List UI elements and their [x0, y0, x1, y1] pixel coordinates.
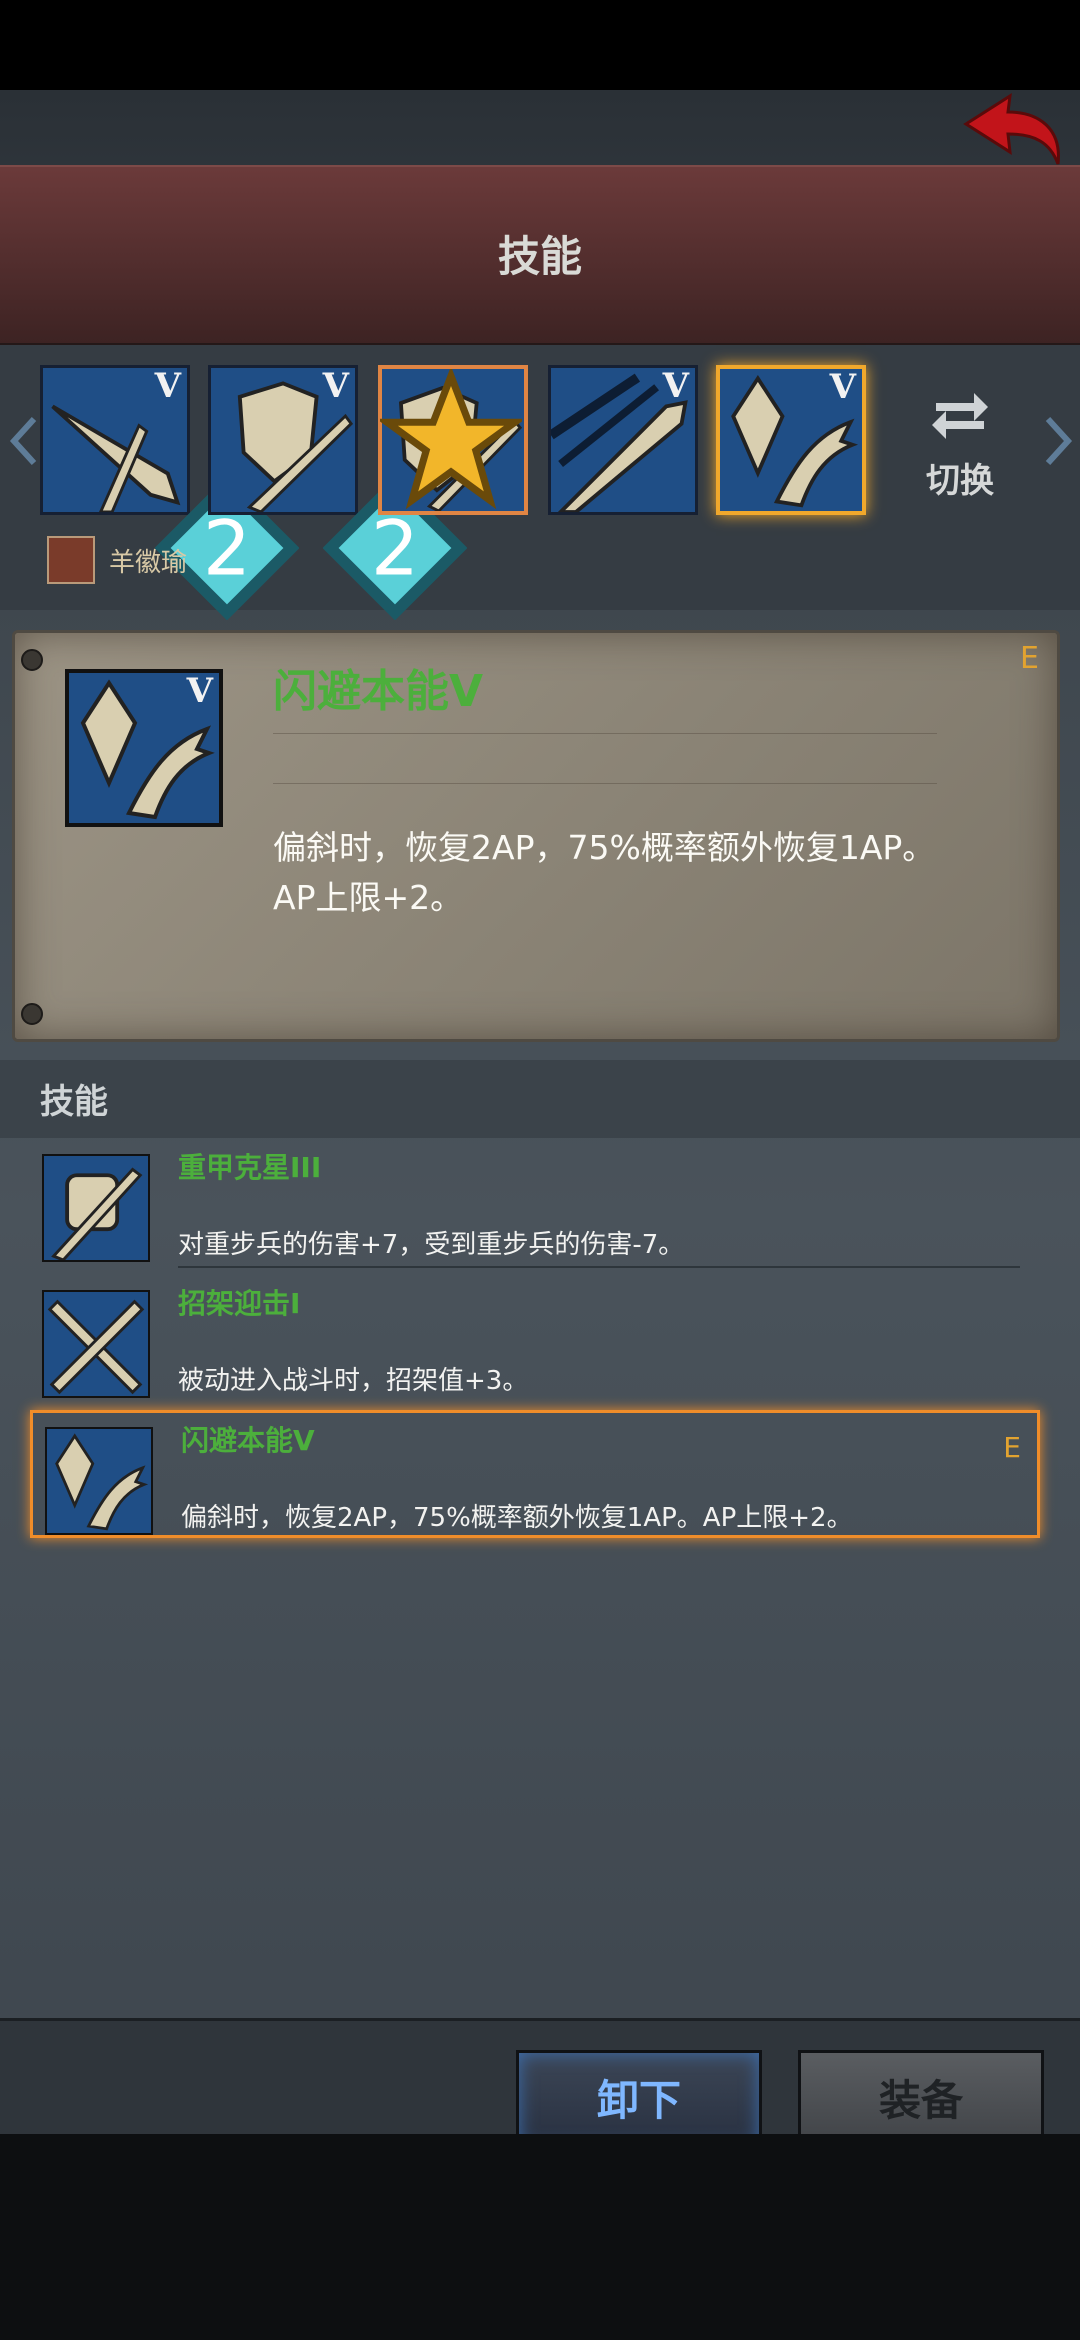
navigation-bar-area	[0, 2134, 1080, 2340]
evade-instinct-icon	[45, 1427, 153, 1535]
header-bar: 技能	[0, 165, 1080, 345]
detail-description-line2: AP上限+2。	[273, 878, 464, 917]
parry-counter-icon	[42, 1290, 150, 1398]
detail-description: 偏斜时，恢复2AP，75%概率额外恢复1AP。 AP上限+2。	[273, 823, 993, 923]
detail-skill-title: 闪避本能V	[273, 666, 484, 717]
skill-description: 被动进入战斗时，招架值+3。	[178, 1366, 529, 1396]
swap-arrows-icon	[932, 393, 988, 439]
gem-count: 2	[371, 505, 419, 593]
status-bar-area	[0, 0, 1080, 90]
detail-description-line1: 偏斜时，恢复2AP，75%概率额外恢复1AP。	[273, 828, 936, 867]
skill-level-label: V	[662, 366, 689, 406]
detail-level-label: V	[186, 671, 213, 711]
gem-count: 2	[203, 505, 251, 593]
skills-section-label: 技能	[40, 1082, 108, 1122]
skill-description: 对重步兵的伤害+7，受到重步兵的伤害-7。	[178, 1230, 685, 1260]
pin-icon	[21, 1003, 43, 1025]
skills-section-header: 技能	[0, 1060, 1080, 1138]
skill-level-label: V	[322, 366, 349, 406]
back-arrow-icon[interactable]	[958, 90, 1068, 170]
skill-list-item-selected[interactable]: 闪避本能V E 偏斜时，恢复2AP，75%概率额外恢复1AP。AP上限+2。	[30, 1410, 1040, 1538]
character-name: 羊徽瑜	[109, 547, 188, 578]
skill-list-item[interactable]: 重甲克星III 对重步兵的伤害+7，受到重步兵的伤害-7。	[30, 1140, 1040, 1268]
skill-slot-shield-parry[interactable]: V 2	[208, 365, 467, 620]
skill-slot-evade-instinct[interactable]: V	[716, 365, 866, 515]
skill-description: 偏斜时，恢复2AP，75%概率额外恢复1AP。AP上限+2。	[181, 1503, 853, 1533]
switch-label: 切换	[926, 461, 994, 501]
detail-skill-icon: V	[65, 669, 223, 827]
skill-slot-shield-sword[interactable]	[378, 365, 528, 515]
skill-slot-blade-strike[interactable]: V 2	[40, 365, 299, 620]
skill-level-label: V	[829, 367, 856, 407]
page-title: 技能	[497, 232, 582, 281]
divider	[178, 1266, 1020, 1268]
skill-detail-panel: V 闪避本能V E 偏斜时，恢复2AP，75%概率额外恢复1AP。 AP上限+2…	[12, 630, 1060, 1042]
chevron-right-icon[interactable]	[1044, 415, 1074, 467]
skill-name: 招架迎击I	[178, 1287, 301, 1320]
star-badge-icon	[380, 369, 522, 510]
ruled-line	[273, 733, 937, 734]
skill-grade: E	[1003, 1431, 1021, 1464]
switch-button[interactable]: 切换	[900, 385, 1020, 505]
character-tag: 羊徽瑜	[47, 535, 187, 585]
chevron-left-icon[interactable]	[8, 415, 38, 467]
skill-name: 闪避本能V	[181, 1424, 315, 1457]
skill-level-label: V	[154, 366, 181, 406]
ruled-line	[273, 783, 937, 784]
character-avatar	[47, 536, 95, 584]
skill-name: 重甲克星III	[178, 1151, 322, 1184]
skill-list-item[interactable]: 招架迎击I 被动进入战斗时，招架值+3。	[30, 1276, 1040, 1404]
pin-icon	[21, 649, 43, 671]
skill-slot-slash[interactable]: V	[548, 365, 698, 515]
detail-grade: E	[1020, 641, 1039, 676]
heavy-armor-bane-icon	[42, 1154, 150, 1262]
